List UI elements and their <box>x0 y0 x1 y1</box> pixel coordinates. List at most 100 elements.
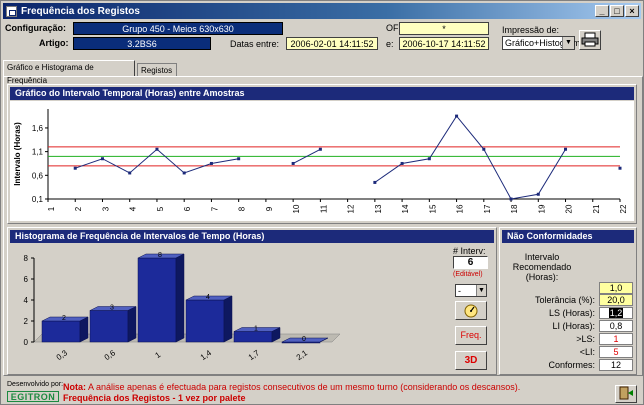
tab-grafico-histograma[interactable]: Gráfico e Histograma de Frequência <box>3 60 135 85</box>
histogram-title: Histograma de Frequência de Intervalos d… <box>10 230 494 243</box>
hist-y-tick-label: 2 <box>24 317 29 326</box>
x-tick-label: 6 <box>183 206 192 211</box>
x-tick-label: 14 <box>401 204 410 213</box>
threed-button[interactable]: 3D <box>455 351 487 370</box>
nc-row-value[interactable]: 1,0 <box>599 282 633 294</box>
x-tick-label: 2 <box>74 206 83 211</box>
nc-row-value[interactable]: 12 <box>599 359 633 371</box>
chevron-down-icon: ▼ <box>476 285 486 296</box>
print-button[interactable] <box>579 30 601 50</box>
ninterv-input[interactable]: 6 <box>453 256 488 269</box>
data-point <box>291 161 295 165</box>
data-point <box>373 180 377 184</box>
data-point <box>509 197 513 201</box>
egitron-logo: EGITRON <box>7 391 59 402</box>
gauge-icon <box>464 304 478 318</box>
title-bar: Frequência dos Registos _ □ × <box>3 3 641 19</box>
data-point <box>209 161 213 165</box>
histogram-category-label: 1,4 <box>199 348 214 362</box>
x-tick-label: 18 <box>510 204 519 213</box>
data-point <box>536 192 540 196</box>
app-window: Frequência dos Registos _ □ × Configuraç… <box>0 0 644 405</box>
tab-registos[interactable]: Registos <box>137 63 177 77</box>
nc-selected-text: 1,2 <box>608 308 624 318</box>
nc-row-value[interactable]: 1 <box>599 333 633 345</box>
x-tick-label: 3 <box>101 206 110 211</box>
datas-label: Datas entre: <box>230 39 280 49</box>
histogram-category-label: 0,3 <box>55 348 70 362</box>
x-tick-label: 8 <box>238 206 247 211</box>
maximize-button[interactable]: □ <box>610 5 624 17</box>
x-tick-label: 22 <box>619 204 628 213</box>
freq-button[interactable]: Freq. <box>455 326 487 345</box>
x-tick-label: 17 <box>483 204 492 213</box>
line-chart-title: Gráfico do Intervalo Temporal (Horas) en… <box>10 87 634 100</box>
close-button[interactable]: × <box>625 5 639 17</box>
data-point <box>155 147 159 151</box>
minus-value: - <box>458 286 461 296</box>
histogram-bar <box>137 257 177 343</box>
data-point <box>564 147 568 151</box>
histogram-svg: 8 6 4 2 0 2 0,3 3 0,6 8 1 4 1,4 1 1,7 0 2,1 <box>24 252 341 362</box>
data-point <box>427 157 431 161</box>
nc-row-value[interactable]: 20,0 <box>599 294 633 306</box>
x-tick-label: 1 <box>47 206 56 211</box>
nc-title: Não Conformidades <box>502 230 634 243</box>
histogram-bar <box>233 331 273 343</box>
impressao-select[interactable]: Gráfico+Histograma ▼ <box>502 36 585 50</box>
data-point <box>237 157 241 161</box>
minus-select[interactable]: - ▼ <box>455 284 487 297</box>
nc-row-value[interactable]: 1,2 <box>599 307 633 319</box>
y-tick-label: 1,6 <box>32 124 44 133</box>
x-tick-label: 10 <box>292 204 301 213</box>
exit-button[interactable] <box>615 385 637 403</box>
refresh-button[interactable] <box>455 301 487 320</box>
histogram-bar <box>41 320 81 343</box>
e-label: e: <box>386 39 394 49</box>
nota-text: A análise apenas é efectuada para regist… <box>88 382 521 392</box>
data-point <box>400 161 404 165</box>
x-tick-label: 9 <box>265 206 274 211</box>
nc-row-label: Intervalo Recomendado (Horas): <box>512 252 572 282</box>
histogram-bar-side <box>127 306 137 343</box>
hist-y-tick-label: 4 <box>24 296 29 305</box>
config-field[interactable]: Grupo 450 - Meios 630x630 <box>73 22 283 35</box>
y-tick-label: 0,6 <box>32 171 44 180</box>
histogram-value-label: 8 <box>158 252 162 259</box>
hist-y-tick-label: 0 <box>24 338 29 347</box>
nota-label: Nota: <box>63 382 86 392</box>
window-controls: _ □ × <box>594 5 639 17</box>
nc-row-value[interactable]: 5 <box>599 346 633 358</box>
x-tick-label: 5 <box>156 206 165 211</box>
hist-y-tick-label: 6 <box>24 275 29 284</box>
nc-row-value[interactable]: 0,8 <box>599 320 633 332</box>
nc-row-label: <LI: <box>579 347 595 357</box>
of-field[interactable]: * <box>399 22 489 35</box>
nc-row-label: Conformes: <box>548 360 595 370</box>
printer-icon <box>581 32 599 47</box>
nc-row-label: >LS: <box>576 334 595 344</box>
chevron-down-icon: ▼ <box>562 37 574 49</box>
data-point <box>455 114 459 118</box>
histogram-bar <box>185 299 225 343</box>
config-label: Configuração: <box>5 23 67 33</box>
histogram-category-label: 2,1 <box>295 348 310 362</box>
histogram-bar-side <box>175 253 185 343</box>
hist-y-tick-label: 8 <box>24 254 29 263</box>
nc-row-label: Tolerância (%): <box>534 295 595 305</box>
date-from-field[interactable]: 2006-02-01 14:11:52 <box>286 37 378 50</box>
data-point <box>482 147 486 151</box>
footer-note: Nota: A análise apenas é efectuada para … <box>63 382 520 392</box>
app-icon <box>6 5 17 17</box>
exit-door-icon <box>619 386 633 400</box>
histogram-bar <box>89 310 129 343</box>
histogram-value-label: 4 <box>206 294 210 301</box>
line-chart-svg: Intervalo (Horas) 1,61,10,60,11 2 3 4 5 6 7 8 9 10… <box>13 109 628 213</box>
histogram-value-label: 1 <box>254 326 258 333</box>
x-tick-label: 20 <box>565 204 574 213</box>
minimize-button[interactable]: _ <box>595 5 609 17</box>
date-to-field[interactable]: 2006-10-17 14:11:52 <box>399 37 489 50</box>
footer-subtitle: Frequência dos Registos - 1 vez por pale… <box>63 393 246 403</box>
y-tick-label: 0,1 <box>32 195 44 204</box>
artigo-field[interactable]: 3.2BS6 <box>73 37 211 50</box>
